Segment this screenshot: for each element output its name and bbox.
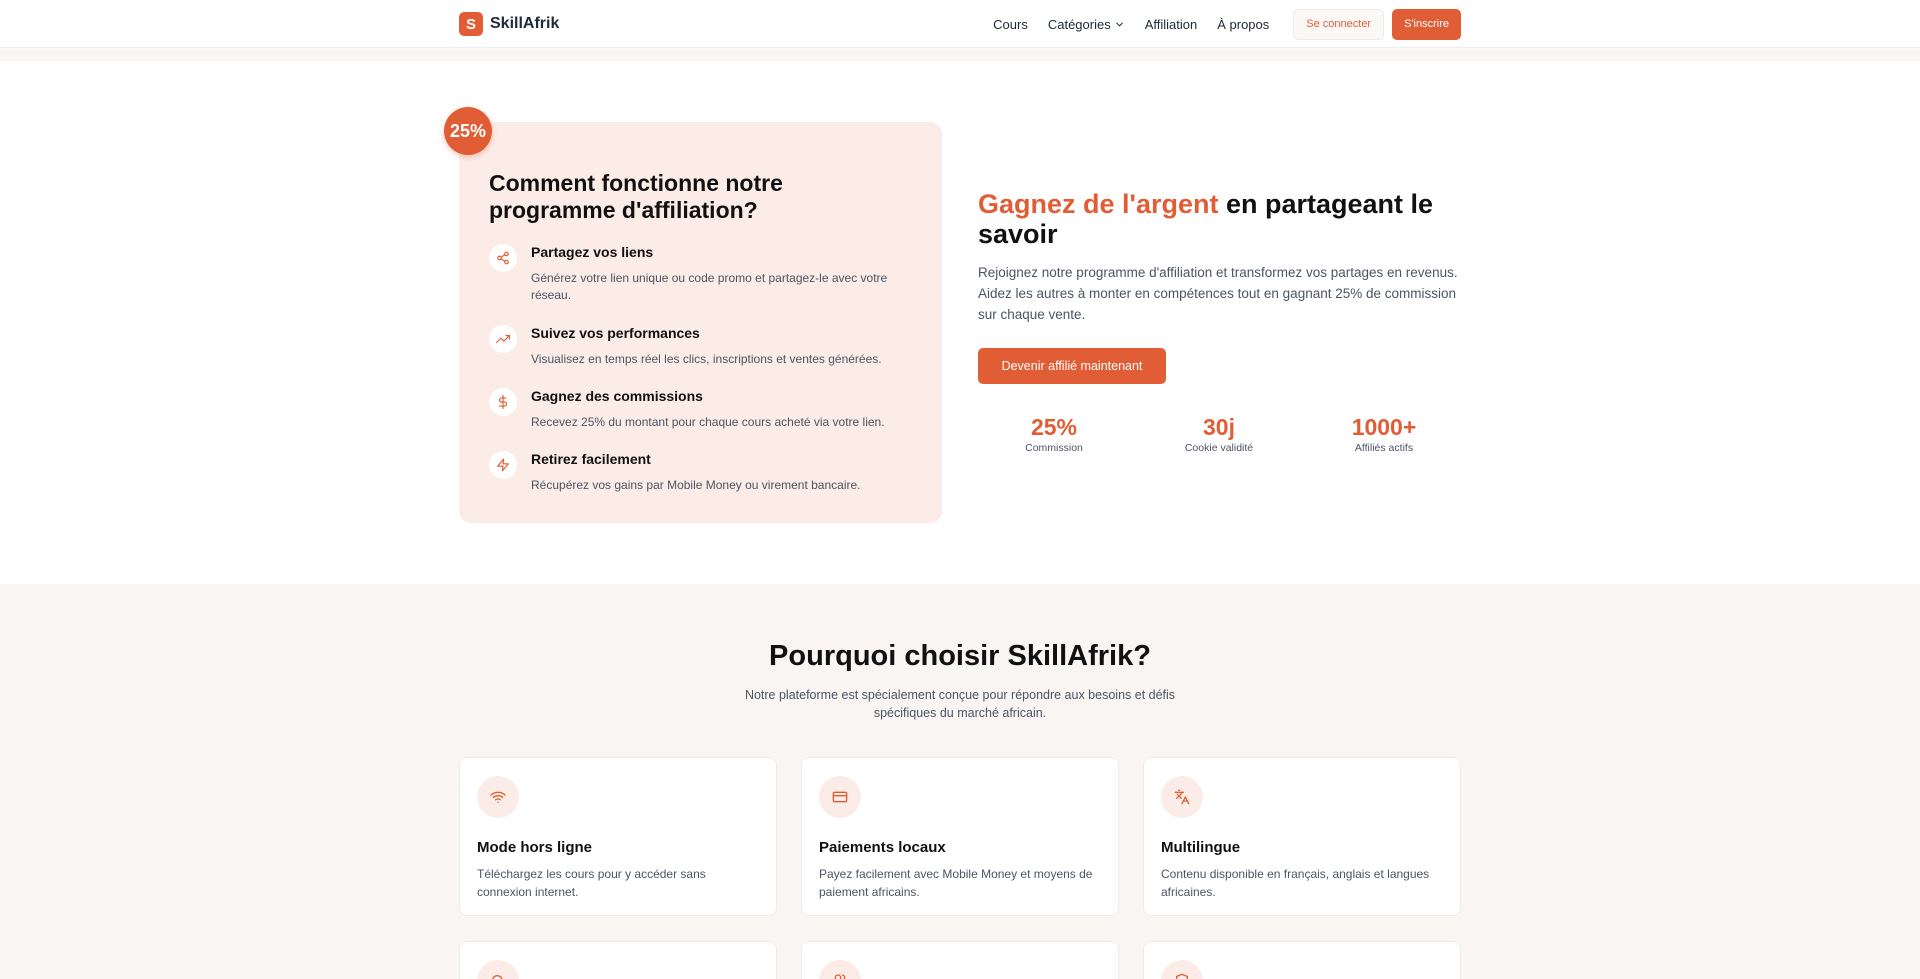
- signup-button[interactable]: S'inscrire: [1392, 8, 1461, 40]
- stat-value: 30j: [1203, 414, 1235, 440]
- step-share: Partagez vos liens Générez votre lien un…: [489, 244, 919, 304]
- affiliate-card-title: Comment fonctionne notre programme d'aff…: [489, 170, 783, 223]
- feature-title: Mode hors ligne: [477, 839, 593, 856]
- nav-link-categories[interactable]: Catégories: [1048, 17, 1125, 32]
- header-divider-strip: [0, 49, 1920, 61]
- share-icon: [489, 244, 517, 272]
- search-icon: [477, 960, 519, 979]
- brand-logo[interactable]: S SkillAfrik: [459, 12, 559, 36]
- step-description: Recevez 25% du montant pour chaque cours…: [531, 415, 885, 429]
- nav-link-a-propos[interactable]: À propos: [1217, 17, 1269, 32]
- step-title: Gagnez des commissions: [531, 388, 703, 404]
- affiliate-how-it-works-card: Comment fonctionne notre programme d'aff…: [459, 122, 942, 523]
- stat-affiliates: 1000+ Affiliés actifs: [1324, 413, 1444, 454]
- feature-description: Téléchargez les cours pour y accéder san…: [477, 867, 706, 899]
- step-description: Générez votre lien unique ou code promo …: [531, 271, 888, 302]
- wifi-icon: [477, 776, 519, 818]
- stat-label: Commission: [1025, 442, 1083, 454]
- step-withdraw: Retirez facilement Récupérez vos gains p…: [489, 451, 919, 496]
- stat-label: Affiliés actifs: [1354, 442, 1414, 454]
- stat-value: 1000+: [1351, 414, 1417, 440]
- languages-icon: [1161, 776, 1203, 818]
- trending-up-icon: [489, 325, 517, 353]
- brand-name: SkillAfrik: [490, 15, 560, 32]
- zap-icon: [489, 451, 517, 479]
- feature-title: Multilingue: [1161, 839, 1241, 856]
- why-choose-section: Pourquoi choisir SkillAfrik? Notre plate…: [0, 584, 1920, 979]
- dollar-icon: [489, 388, 517, 416]
- hero-title: Gagnez de l'argent en partageant le savo…: [978, 189, 1478, 249]
- stat-cookie: 30j Cookie validité: [1159, 413, 1279, 454]
- feature-card-row2-1: [459, 941, 777, 979]
- step-track: Suivez vos performances Visualisez en te…: [489, 325, 919, 370]
- nav-link-categories-label: Catégories: [1047, 16, 1111, 32]
- nav-menu: Cours Catégories Affiliation À propos Se…: [993, 8, 1461, 40]
- nav-link-cours[interactable]: Cours: [993, 17, 1028, 32]
- feature-card-row2-2: [801, 941, 1119, 979]
- feature-card-row2-3: [1143, 941, 1461, 979]
- step-title: Suivez vos performances: [531, 325, 700, 341]
- feature-card-payments: Paiements locaux Payez facilement avec M…: [801, 757, 1119, 916]
- stat-label: Cookie validité: [1184, 442, 1254, 454]
- step-title: Partagez vos liens: [531, 244, 654, 260]
- login-button[interactable]: Se connecter: [1293, 8, 1385, 40]
- hero-description: Rejoignez notre programme d'affiliation …: [978, 265, 1458, 322]
- feature-card-multilingual: Multilingue Contenu disponible en frança…: [1143, 757, 1461, 916]
- nav-link-affiliation[interactable]: Affiliation: [1145, 17, 1198, 32]
- hero-title-accent: Gagnez de l'argent: [978, 189, 1219, 219]
- feature-description: Payez facilement avec Mobile Money et mo…: [819, 867, 1093, 899]
- stat-value: 25%: [1030, 414, 1078, 440]
- chevron-down-icon: [1115, 22, 1123, 26]
- feature-title: Paiements locaux: [819, 839, 946, 856]
- why-title: Pourquoi choisir SkillAfrik?: [769, 640, 1151, 672]
- feature-card-offline: Mode hors ligne Téléchargez les cours po…: [459, 757, 777, 916]
- logo-icon: S: [459, 12, 483, 36]
- why-subtitle: Notre plateforme est spécialement conçue…: [744, 688, 1176, 720]
- shield-icon: [1161, 960, 1203, 979]
- navbar: S SkillAfrik Cours Catégories Affiliatio…: [0, 0, 1920, 48]
- feature-description: Contenu disponible en français, anglais …: [1161, 867, 1430, 899]
- users-icon: [819, 960, 861, 979]
- commission-badge: 25%: [444, 107, 492, 155]
- stat-commission: 25% Commission: [994, 413, 1114, 454]
- credit-card-icon: [819, 776, 861, 818]
- become-affiliate-button[interactable]: Devenir affilié maintenant: [978, 348, 1166, 384]
- step-title: Retirez facilement: [531, 451, 651, 467]
- navbar-inner: S SkillAfrik Cours Catégories Affiliatio…: [459, 0, 1461, 48]
- step-earn: Gagnez des commissions Recevez 25% du mo…: [489, 388, 919, 433]
- step-description: Visualisez en temps réel les clics, insc…: [531, 352, 882, 366]
- step-description: Récupérez vos gains par Mobile Money ou …: [531, 478, 861, 492]
